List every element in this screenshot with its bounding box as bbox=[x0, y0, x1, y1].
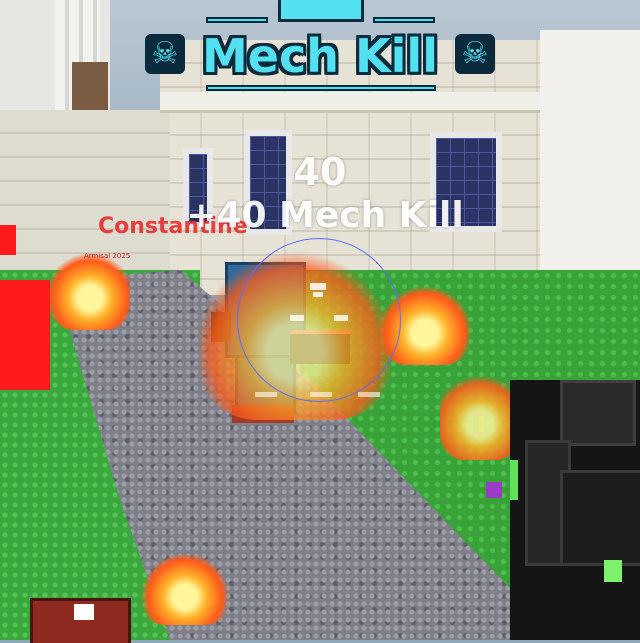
kill-message: +40 Mech Kill bbox=[186, 195, 464, 236]
item-icon bbox=[74, 604, 94, 620]
building-door bbox=[72, 62, 108, 112]
crosshair-tick bbox=[310, 283, 326, 290]
weapon-part bbox=[560, 470, 640, 566]
damage-indicator bbox=[0, 280, 50, 390]
crosshair-tick bbox=[255, 392, 277, 397]
crosshair-icon bbox=[237, 238, 401, 402]
banner-line bbox=[373, 17, 435, 23]
kill-banner-title: Mech Kill bbox=[202, 29, 438, 83]
enemy-name-tag-small: Armisal 2025 bbox=[84, 252, 131, 260]
damage-indicator bbox=[0, 225, 16, 255]
crosshair-tick bbox=[290, 315, 304, 321]
score-popup: 40 bbox=[293, 150, 347, 194]
weapon-light bbox=[510, 460, 518, 500]
building-ledge bbox=[160, 92, 540, 113]
fire-effect bbox=[140, 555, 230, 625]
weapon-light bbox=[486, 482, 502, 498]
crosshair-tick bbox=[313, 292, 323, 297]
banner-crest bbox=[278, 0, 364, 22]
weapon-part bbox=[560, 380, 636, 446]
crosshair-tick bbox=[334, 315, 348, 321]
crosshair-tick bbox=[310, 392, 332, 397]
fire-effect bbox=[440, 370, 520, 460]
fire-effect bbox=[50, 250, 130, 330]
banner-line bbox=[206, 17, 268, 23]
weapon-light bbox=[604, 560, 622, 582]
crosshair-tick bbox=[358, 392, 380, 397]
